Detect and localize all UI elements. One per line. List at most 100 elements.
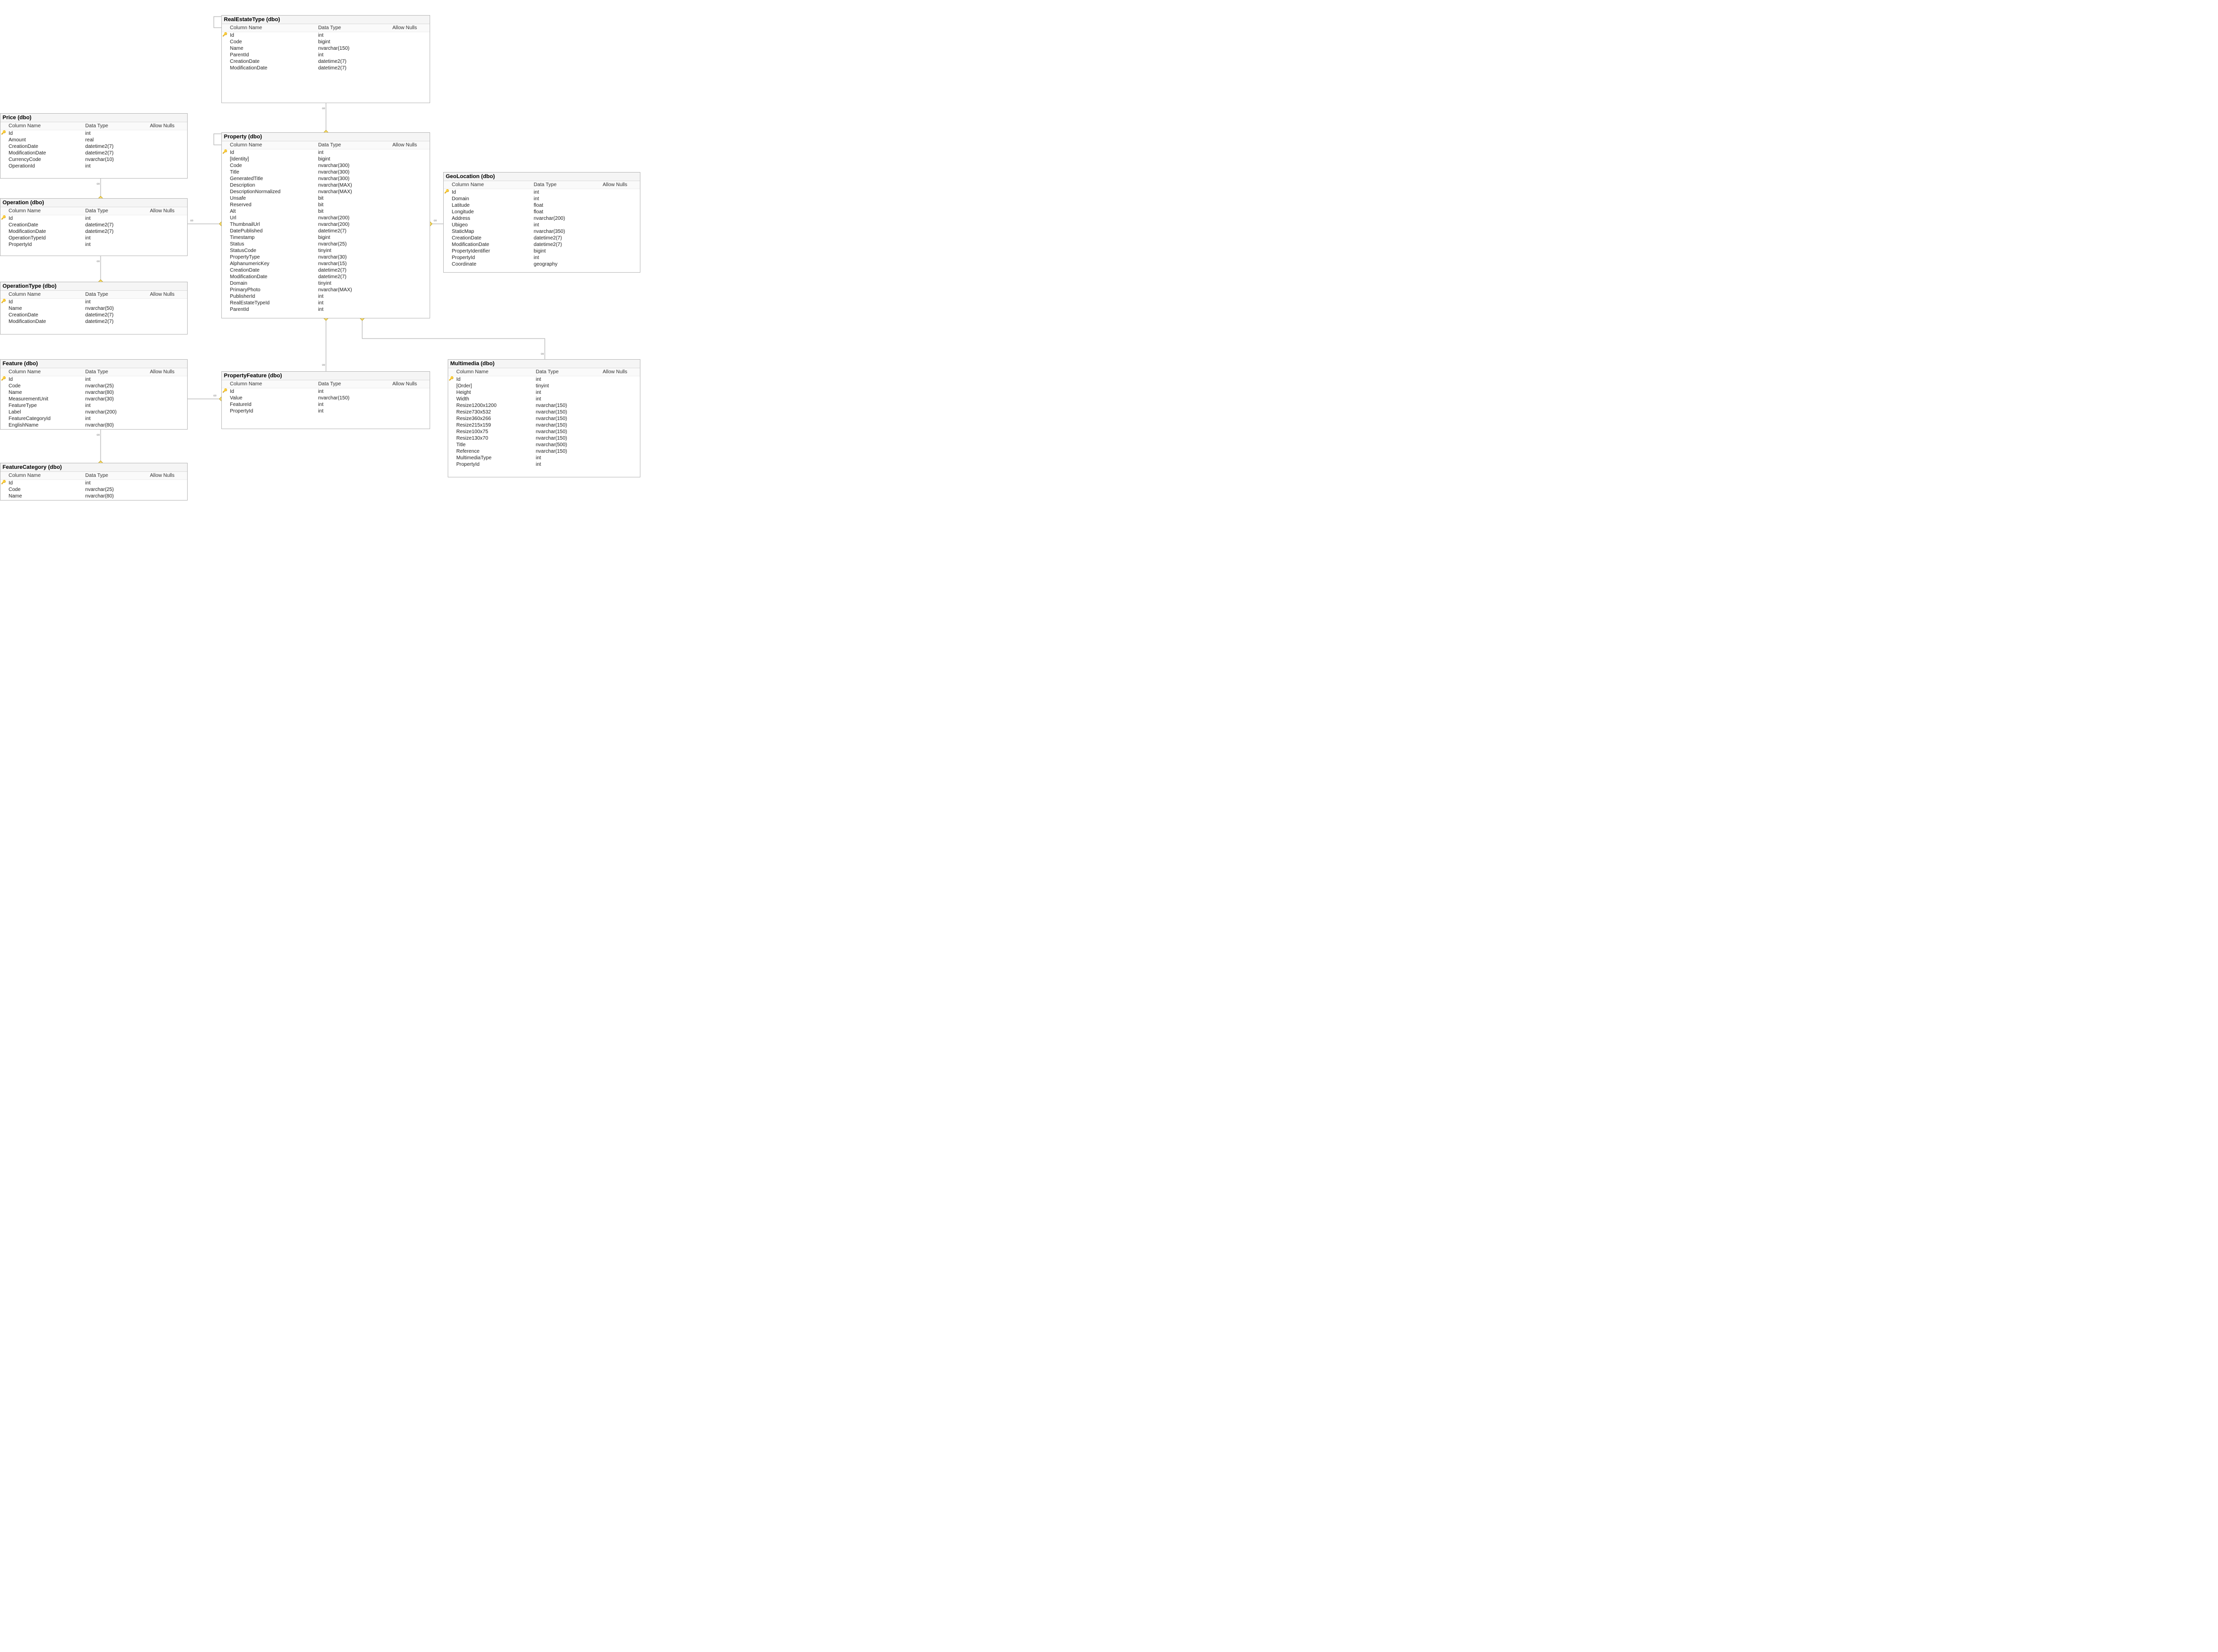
table-row[interactable]: Codenvarchar(300) xyxy=(222,162,430,169)
table-row[interactable]: StatusCodetinyint xyxy=(222,247,430,254)
table-row[interactable]: Reservedbit xyxy=(222,202,430,208)
table-row[interactable]: Titlenvarchar(300) xyxy=(222,169,430,176)
table-row[interactable]: Domainint xyxy=(444,196,640,202)
table-OperationType[interactable]: OperationType (dbo)Column NameData TypeA… xyxy=(0,282,188,335)
table-row[interactable]: CreationDatedatetime2(7) xyxy=(222,267,430,274)
pk-icon xyxy=(1,305,7,312)
table-Multimedia[interactable]: Multimedia (dbo)Column NameData TypeAllo… xyxy=(448,359,640,477)
table-row[interactable]: DatePublisheddatetime2(7) xyxy=(222,228,430,234)
table-row[interactable]: EnglishNamenvarchar(80) xyxy=(1,422,187,429)
table-row[interactable]: ParentIdint xyxy=(222,52,430,58)
table-row[interactable]: Heightint xyxy=(448,389,640,396)
table-row[interactable]: OperationTypeIdint xyxy=(1,235,187,241)
table-row[interactable]: Statusnvarchar(25) xyxy=(222,241,430,247)
table-row[interactable]: 🔑Idint xyxy=(1,215,187,222)
table-row[interactable]: 🔑Idint xyxy=(222,149,430,156)
table-row[interactable]: PropertyIdint xyxy=(1,241,187,248)
table-row[interactable]: StaticMapnvarchar(350) xyxy=(444,228,640,235)
table-row[interactable]: CreationDatedatetime2(7) xyxy=(1,312,187,318)
table-row[interactable]: 🔑Idint xyxy=(448,376,640,383)
table-row[interactable]: ModificationDatedatetime2(7) xyxy=(444,241,640,248)
table-row[interactable]: Resize215x159nvarchar(150) xyxy=(448,422,640,429)
table-row[interactable]: CreationDatedatetime2(7) xyxy=(444,235,640,241)
table-row[interactable]: Descriptionnvarchar(MAX) xyxy=(222,182,430,189)
table-row[interactable]: AlphanumericKeynvarchar(15) xyxy=(222,261,430,267)
table-row[interactable]: ModificationDatedatetime2(7) xyxy=(1,228,187,235)
table-row[interactable]: 🔑Idint xyxy=(1,130,187,137)
table-row[interactable]: PropertyIdint xyxy=(448,461,640,468)
table-row[interactable]: GeneratedTitlenvarchar(300) xyxy=(222,176,430,182)
table-row[interactable]: Titlenvarchar(500) xyxy=(448,442,640,448)
table-row[interactable]: Codenvarchar(25) xyxy=(1,383,187,389)
table-row[interactable]: 🔑Idint xyxy=(1,480,187,486)
table-row[interactable]: [Identity]bigint xyxy=(222,156,430,162)
table-row[interactable]: Unsafebit xyxy=(222,195,430,202)
table-row[interactable]: 🔑Idint xyxy=(444,189,640,196)
table-row[interactable]: CreationDatedatetime2(7) xyxy=(1,222,187,228)
table-Price[interactable]: Price (dbo)Column NameData TypeAllow Nul… xyxy=(0,113,188,179)
table-row[interactable]: Ubigeoint xyxy=(444,222,640,228)
table-GeoLocation[interactable]: GeoLocation (dbo)Column NameData TypeAll… xyxy=(443,172,640,273)
table-row[interactable]: Namenvarchar(80) xyxy=(1,493,187,500)
table-row[interactable]: Urlnvarchar(200) xyxy=(222,215,430,221)
table-row[interactable]: Widthint xyxy=(448,396,640,402)
table-row[interactable]: 🔑Idint xyxy=(222,32,430,39)
table-row[interactable]: ModificationDatedatetime2(7) xyxy=(1,150,187,156)
table-row[interactable]: 🔑Idint xyxy=(1,299,187,305)
table-row[interactable]: Altbit xyxy=(222,208,430,215)
table-row[interactable]: 🔑Idint xyxy=(1,376,187,383)
table-row[interactable]: Namenvarchar(50) xyxy=(1,305,187,312)
table-RealEstateType[interactable]: RealEstateType (dbo)Column NameData Type… xyxy=(221,15,430,103)
table-row[interactable]: FeatureCategoryIdint xyxy=(1,416,187,422)
table-row[interactable]: OperationIdint xyxy=(1,163,187,170)
table-row[interactable]: Namenvarchar(150) xyxy=(222,45,430,52)
table-row[interactable]: Coordinategeography xyxy=(444,261,640,268)
table-row[interactable]: ModificationDatedatetime2(7) xyxy=(1,318,187,325)
table-PropertyFeature[interactable]: PropertyFeature (dbo)Column NameData Typ… xyxy=(221,371,430,429)
table-row[interactable]: DescriptionNormalizednvarchar(MAX) xyxy=(222,189,430,195)
table-row[interactable]: CurrencyCodenvarchar(10) xyxy=(1,156,187,163)
table-row[interactable]: FeatureIdint xyxy=(222,401,430,408)
table-row[interactable]: ParentIdint xyxy=(222,306,430,313)
table-row[interactable]: Resize100x75nvarchar(150) xyxy=(448,429,640,435)
table-row[interactable]: FeatureTypeint xyxy=(1,402,187,409)
table-row[interactable]: PropertyIdint xyxy=(444,255,640,261)
table-row[interactable]: Timestampbigint xyxy=(222,234,430,241)
column-nulls xyxy=(390,149,430,156)
table-row[interactable]: PropertyIdentifierbigint xyxy=(444,248,640,255)
table-row[interactable]: ModificationDatedatetime2(7) xyxy=(222,65,430,71)
pk-icon xyxy=(444,261,450,268)
table-row[interactable]: PropertyTypenvarchar(30) xyxy=(222,254,430,261)
table-row[interactable]: MultimediaTypeint xyxy=(448,455,640,461)
table-Feature[interactable]: Feature (dbo)Column NameData TypeAllow N… xyxy=(0,359,188,430)
table-row[interactable]: Namenvarchar(80) xyxy=(1,389,187,396)
table-Operation[interactable]: Operation (dbo)Column NameData TypeAllow… xyxy=(0,198,188,256)
table-row[interactable]: ThumbnailUrlnvarchar(200) xyxy=(222,221,430,228)
table-row[interactable]: ModificationDatedatetime2(7) xyxy=(222,274,430,280)
table-row[interactable]: Codenvarchar(25) xyxy=(1,486,187,493)
table-row[interactable]: [Order]tinyint xyxy=(448,383,640,389)
table-row[interactable]: PrimaryPhotonvarchar(MAX) xyxy=(222,287,430,293)
table-row[interactable]: Referencenvarchar(150) xyxy=(448,448,640,455)
table-row[interactable]: CreationDatedatetime2(7) xyxy=(222,58,430,65)
table-row[interactable]: Valuenvarchar(150) xyxy=(222,395,430,401)
table-row[interactable]: Codebigint xyxy=(222,39,430,45)
table-row[interactable]: CreationDatedatetime2(7) xyxy=(1,143,187,150)
table-row[interactable]: Amountreal xyxy=(1,137,187,143)
table-row[interactable]: Latitudefloat xyxy=(444,202,640,209)
table-row[interactable]: MeasurementUnitnvarchar(30) xyxy=(1,396,187,402)
table-row[interactable]: Resize360x266nvarchar(150) xyxy=(448,416,640,422)
table-Property[interactable]: Property (dbo)Column NameData TypeAllow … xyxy=(221,132,430,318)
table-row[interactable]: Resize130x70nvarchar(150) xyxy=(448,435,640,442)
table-row[interactable]: 🔑Idint xyxy=(222,388,430,395)
table-row[interactable]: PropertyIdint xyxy=(222,408,430,415)
table-FeatureCategory[interactable]: FeatureCategory (dbo)Column NameData Typ… xyxy=(0,463,188,501)
table-row[interactable]: Addressnvarchar(200) xyxy=(444,215,640,222)
table-row[interactable]: Labelnvarchar(200) xyxy=(1,409,187,416)
table-row[interactable]: Longitudefloat xyxy=(444,209,640,215)
table-row[interactable]: Resize730x532nvarchar(150) xyxy=(448,409,640,416)
table-row[interactable]: Domaintinyint xyxy=(222,280,430,287)
table-row[interactable]: Resize1200x1200nvarchar(150) xyxy=(448,402,640,409)
table-row[interactable]: PublisherIdint xyxy=(222,293,430,300)
table-row[interactable]: RealEstateTypeIdint xyxy=(222,300,430,306)
